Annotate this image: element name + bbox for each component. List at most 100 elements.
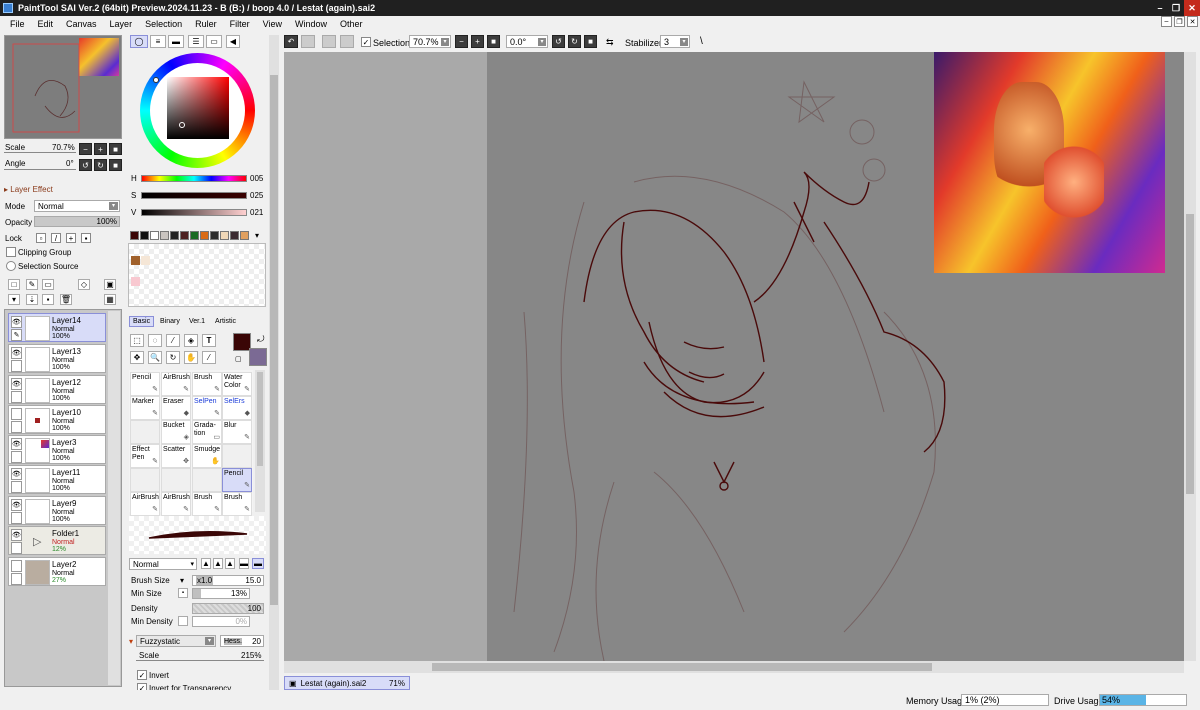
toolbar-zoom-out-button[interactable]: −	[455, 35, 468, 48]
clipping-group-checkbox[interactable]	[6, 247, 16, 257]
visibility-eye-icon[interactable]: 👁	[11, 499, 22, 511]
toolbar-zoom-reset-button[interactable]: ■	[487, 35, 500, 48]
swatch[interactable]	[150, 231, 159, 240]
swatch[interactable]	[170, 231, 179, 240]
tool-blur[interactable]: Blur ✎	[222, 420, 252, 444]
menu-filter[interactable]: Filter	[230, 19, 250, 29]
brush-shape-hard[interactable]: ▬	[239, 558, 249, 569]
doc-restore-button[interactable]: ❐	[1174, 16, 1185, 27]
color-panel-menu[interactable]: ◀	[226, 35, 240, 48]
shape-select-icon[interactable]: ◈	[184, 334, 198, 347]
tool-eraser[interactable]: Eraser ◆	[161, 396, 191, 420]
menu-layer[interactable]: Layer	[110, 19, 133, 29]
clear-layer-button[interactable]: ▪	[42, 294, 54, 305]
pen-pressure-icon[interactable]: \	[700, 36, 703, 47]
tool-pencil-custom[interactable]: Pencil ✎	[222, 468, 252, 492]
swap-colors-icon[interactable]: ⤾	[257, 334, 265, 345]
angle-select[interactable]: 0.0° ▾	[506, 35, 548, 48]
deselect-button[interactable]	[322, 35, 336, 48]
lock-all-toggle[interactable]: ▪	[81, 233, 91, 243]
tool-marker[interactable]: Marker ✎	[130, 396, 160, 420]
hue-ring[interactable]	[140, 53, 255, 168]
layer-row[interactable]: 👁 Layer11 Normal 100%	[8, 465, 106, 494]
delete-layer-button[interactable]: 🗑	[60, 294, 72, 305]
rotate-right-button[interactable]: ↻	[94, 159, 107, 171]
swatch[interactable]	[240, 231, 249, 240]
tool-empty-slot[interactable]	[161, 468, 191, 492]
rotate-reset-button[interactable]: ■	[109, 159, 122, 171]
layer-row[interactable]: 👁 Layer9 Normal 100%	[8, 496, 106, 525]
tool-watercolor[interactable]: Water Color ✎	[222, 372, 252, 396]
tab-ver1[interactable]: Ver.1	[186, 316, 208, 327]
layer-row[interactable]: 👁 Layer3 Normal 100%	[8, 435, 106, 464]
color-mixer-tab[interactable]: ▬	[168, 35, 184, 48]
folder-expand-icon[interactable]: ▷	[33, 535, 41, 548]
saturation-value-square[interactable]	[167, 77, 229, 139]
menu-view[interactable]: View	[263, 19, 282, 29]
min-size-pressure-icon[interactable]: ▪	[178, 588, 188, 598]
new-folder-button[interactable]: ▭	[42, 279, 54, 290]
new-linework-layer-button[interactable]: ✎	[26, 279, 38, 290]
brush-blend-mode-select[interactable]: Normal ▾	[129, 558, 197, 570]
swatch[interactable]	[190, 231, 199, 240]
menu-other[interactable]: Other	[340, 19, 363, 29]
tool-bucket[interactable]: Bucket ◈	[161, 420, 191, 444]
swatch-menu-icon[interactable]: ▾	[255, 231, 259, 240]
scratchpad[interactable]	[128, 243, 266, 307]
swatch[interactable]	[210, 231, 219, 240]
tool-panel-scrollbar[interactable]	[269, 35, 279, 690]
tool-airbrush-custom[interactable]: AirBrush ✎	[130, 492, 160, 516]
swatch[interactable]	[220, 231, 229, 240]
tab-binary[interactable]: Binary	[157, 316, 183, 327]
menu-ruler[interactable]: Ruler	[195, 19, 217, 29]
minimize-button[interactable]: –	[1152, 0, 1168, 16]
menu-window[interactable]: Window	[295, 19, 327, 29]
value-slider[interactable]	[141, 209, 247, 216]
brush-size-dropdown-icon[interactable]: ▾	[180, 576, 184, 585]
swatch[interactable]	[230, 231, 239, 240]
min-density-pressure-icon[interactable]	[178, 616, 188, 626]
invert-checkbox[interactable]: ✓	[137, 670, 147, 680]
hue-slider[interactable]	[141, 175, 247, 182]
menu-canvas[interactable]: Canvas	[66, 19, 97, 29]
tool-effect-pen[interactable]: Effect Pen ✎	[130, 444, 160, 468]
color-wheel-tab[interactable]: ◯	[130, 35, 148, 48]
rotate-left-button[interactable]: ↺	[79, 159, 92, 171]
swatch[interactable]	[140, 231, 149, 240]
canvas-horizontal-scrollbar[interactable]	[284, 661, 1184, 673]
menu-selection[interactable]: Selection	[145, 19, 182, 29]
merge-down-button[interactable]: ⇣	[26, 294, 38, 305]
lock-transparency-toggle[interactable]: ▫	[36, 233, 46, 243]
secondary-color-swatch[interactable]	[249, 348, 267, 366]
brush-shape-square[interactable]: ▬	[252, 558, 264, 569]
layer-row[interactable]: 👁 Layer13 Normal 100%	[8, 344, 106, 373]
doc-close-button[interactable]: ✕	[1187, 16, 1198, 27]
zoom-out-button[interactable]: −	[79, 143, 92, 155]
layer-settings-button[interactable]: ▦	[104, 294, 116, 305]
canvas-viewport[interactable]	[284, 52, 1184, 661]
layer-row[interactable]: Layer10 Normal 100%	[8, 405, 106, 434]
zoom-select[interactable]: 70.7% ▾	[409, 35, 451, 48]
tool-empty-slot[interactable]	[130, 468, 160, 492]
tool-airbrush[interactable]: AirBrush ✎	[161, 372, 191, 396]
redo-button[interactable]	[301, 35, 315, 48]
selection-source-checkbox[interactable]	[6, 261, 16, 271]
toolbar-rotate-right-button[interactable]: ↻	[568, 35, 581, 48]
visibility-eye-icon[interactable]: 👁	[11, 378, 22, 390]
texture-strength-field[interactable]: Hess. 20	[220, 635, 264, 647]
folder-row[interactable]: 👁 ▷ Folder1 Normal 12%	[8, 526, 106, 555]
tool-airbrush-custom[interactable]: AirBrush ✎	[161, 492, 191, 516]
texture-select[interactable]: Fuzzystatic ▾	[136, 635, 216, 647]
doc-minimize-button[interactable]: –	[1161, 16, 1172, 27]
hand-tool-icon[interactable]: ✋	[184, 351, 198, 364]
swatch[interactable]	[130, 231, 139, 240]
layer-mode-select[interactable]: Normal ▾	[34, 200, 120, 212]
texture-collapse-icon[interactable]: ▾	[129, 637, 133, 646]
layer-row[interactable]: Layer2 Normal 27%	[8, 557, 106, 586]
min-size-slider[interactable]: 13%	[192, 588, 250, 599]
swatch[interactable]	[180, 231, 189, 240]
saturation-slider[interactable]	[141, 192, 247, 199]
tool-empty-slot[interactable]	[192, 468, 222, 492]
tool-brush-custom[interactable]: Brush ✎	[192, 492, 222, 516]
tool-smudge[interactable]: Smudge ✋	[192, 444, 222, 468]
